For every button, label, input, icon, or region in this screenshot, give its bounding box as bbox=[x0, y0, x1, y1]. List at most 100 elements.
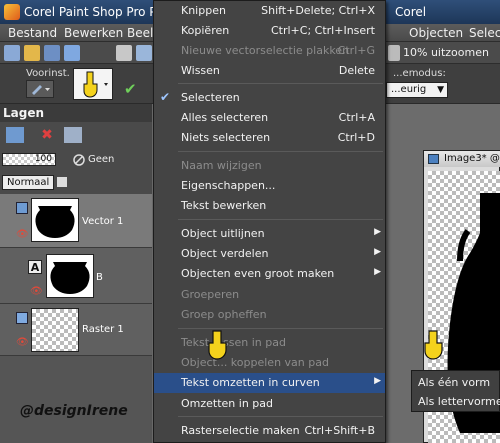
menu-item-vectorselectie-plakken[interactable]: Nieuwe vectorselectie plakken Ctrl+G bbox=[154, 41, 385, 61]
open-icon[interactable] bbox=[24, 45, 40, 61]
menu-item-groeperen[interactable]: Groeperen bbox=[154, 285, 385, 305]
menu-item-label: Object... koppelen van pad bbox=[181, 356, 329, 369]
submenu-item-als-een-vorm[interactable]: Als één vorm bbox=[418, 376, 490, 389]
menu-item-shortcut: Ctrl+D bbox=[337, 131, 375, 144]
image-window-title: Image3* @ bbox=[424, 151, 500, 167]
visibility-eye-icon[interactable]: 👁 bbox=[16, 229, 29, 240]
menu-item-eigenschappen[interactable]: Eigenschappen... bbox=[154, 176, 385, 196]
menu-item-label: Object verdelen bbox=[181, 247, 269, 260]
zoom-out-icon[interactable] bbox=[388, 45, 400, 61]
apply-check-icon[interactable]: ✔ bbox=[124, 80, 140, 98]
menu-item-niets-selecteren[interactable]: Niets selecteren Ctrl+D bbox=[154, 128, 385, 148]
layer-row-raster1[interactable]: 👁 Raster 1 bbox=[0, 304, 152, 356]
menu-separator bbox=[178, 219, 383, 220]
layer-tools: ✖ bbox=[0, 122, 152, 148]
menu-item-object-uitlijnen[interactable]: Object uitlijnen ▶ bbox=[154, 224, 385, 244]
menu-separator bbox=[178, 83, 383, 84]
menu-item-ontkoppelen-van-pad[interactable]: Object... koppelen van pad bbox=[154, 353, 385, 373]
watermark: @designIrene bbox=[20, 403, 128, 419]
layer-properties-icon[interactable] bbox=[64, 127, 82, 143]
menu-item-wissen[interactable]: Wissen Delete bbox=[154, 61, 385, 81]
menu-item-shortcut: Ctrl+C; Ctrl+Insert bbox=[270, 24, 375, 37]
image-window-icon bbox=[428, 154, 439, 164]
menu-item-groep-opheffen[interactable]: Groep opheffen bbox=[154, 305, 385, 325]
menu-item-label: Omzetten in pad bbox=[181, 397, 274, 410]
menu-item-even-groot-maken[interactable]: Objecten even groot maken ▶ bbox=[154, 264, 385, 284]
menu-item-label: Kopiëren bbox=[181, 24, 230, 37]
app-icon bbox=[4, 4, 20, 20]
menu-item-omzetten-in-pad[interactable]: Omzetten in pad bbox=[154, 394, 385, 414]
menu-item-label: Knippen bbox=[181, 4, 226, 17]
text-layer-icon: A bbox=[28, 260, 42, 274]
menu-separator bbox=[178, 416, 383, 417]
layer-name: Raster 1 bbox=[82, 324, 124, 335]
menu-item-label: Tekst omzetten in curven bbox=[181, 376, 320, 389]
camera-icon[interactable] bbox=[64, 45, 80, 61]
menu-item-shortcut: Ctrl+Shift+B bbox=[304, 424, 375, 437]
menu-bestand[interactable]: Bestand bbox=[8, 26, 57, 40]
menu-item-knippen[interactable]: Knippen Shift+Delete; Ctrl+X bbox=[154, 1, 385, 21]
menu-item-label: Groeperen bbox=[181, 288, 240, 301]
menu-item-label: Niets selecteren bbox=[181, 131, 271, 144]
save-icon[interactable] bbox=[116, 45, 132, 61]
preset-pen-icon bbox=[32, 85, 50, 95]
menu-item-label: Object uitlijnen bbox=[181, 227, 265, 240]
browse-icon[interactable] bbox=[44, 45, 60, 61]
menu-objecten[interactable]: Objecten bbox=[409, 26, 463, 40]
modus-select[interactable]: ...eurig ▼ bbox=[386, 82, 448, 98]
blend-row: Normaal bbox=[0, 172, 152, 194]
menu-item-shortcut: Shift+Delete; Ctrl+X bbox=[261, 4, 375, 17]
tool-preview[interactable] bbox=[73, 68, 113, 100]
layer-row-b[interactable]: A 👁 B bbox=[0, 248, 152, 304]
menu-separator bbox=[178, 328, 383, 329]
new-layer-icon[interactable] bbox=[6, 127, 24, 143]
blend-mode-select[interactable]: Normaal bbox=[2, 175, 54, 190]
visibility-eye-icon[interactable]: 👁 bbox=[30, 286, 43, 297]
menu-item-naam-wijzigen[interactable]: Naam wijzigen bbox=[154, 156, 385, 176]
context-menu: Knippen Shift+Delete; Ctrl+X Kopiëren Ct… bbox=[153, 0, 386, 443]
menu-item-tekst-bewerken[interactable]: Tekst bewerken bbox=[154, 196, 385, 216]
pick-tool-hand-icon bbox=[83, 71, 108, 98]
menu-item-tekst-in-pad[interactable]: Tekst ...ssen in pad bbox=[154, 333, 385, 353]
check-icon: ✔ bbox=[160, 90, 171, 104]
menu-item-rasterselectie-maken[interactable]: Rasterselectie maken Ctrl+Shift+B bbox=[154, 421, 385, 441]
menu-item-label: Eigenschappen... bbox=[181, 179, 276, 192]
window-title-right: Corel bbox=[395, 5, 427, 19]
menu-item-label: Tekst ...ssen in pad bbox=[181, 336, 286, 349]
menu-selecties[interactable]: Selecties bbox=[469, 26, 500, 40]
menu-item-selecteren[interactable]: ✔ Selecteren bbox=[154, 88, 385, 108]
menu-item-label: Groep opheffen bbox=[181, 308, 267, 321]
menu-bewerken[interactable]: Bewerken bbox=[64, 26, 123, 40]
new-icon[interactable] bbox=[4, 45, 20, 61]
delete-layer-icon[interactable]: ✖ bbox=[38, 127, 56, 143]
layer-row-vector1[interactable]: 👁 Vector 1 bbox=[0, 194, 152, 248]
menu-item-label: Tekst bewerken bbox=[181, 199, 267, 212]
link-icon[interactable] bbox=[72, 153, 86, 167]
submenu-item-als-lettervormen[interactable]: Als lettervormen bbox=[418, 395, 500, 408]
submenu-arrow-icon: ▶ bbox=[374, 376, 381, 386]
layer-name: B bbox=[96, 272, 103, 283]
zoom-out-label[interactable]: 10% uitzoomen bbox=[403, 46, 489, 59]
menu-item-label: Alles selecteren bbox=[181, 111, 269, 124]
menu-item-object-verdelen[interactable]: Object verdelen ▶ bbox=[154, 244, 385, 264]
submenu-arrow-icon: ▶ bbox=[374, 247, 381, 257]
menu-item-tekst-omzetten-in-curven[interactable]: Tekst omzetten in curven ▶ bbox=[154, 373, 385, 393]
blend-dropdown-icon[interactable] bbox=[57, 177, 67, 187]
cauldron-thumbnail-icon bbox=[50, 262, 90, 294]
layer-name: Vector 1 bbox=[82, 216, 124, 227]
opacity-row: 100 Geen bbox=[0, 148, 152, 172]
submenu-curven: Als één vorm Als lettervormen bbox=[411, 370, 500, 412]
menu-item-kopieren[interactable]: Kopiëren Ctrl+C; Ctrl+Insert bbox=[154, 21, 385, 41]
menu-item-alles-selecteren[interactable]: Alles selecteren Ctrl+A bbox=[154, 108, 385, 128]
pointing-hand-icon bbox=[208, 330, 227, 360]
visibility-eye-icon[interactable]: 👁 bbox=[16, 337, 29, 348]
layers-title: Lagen bbox=[0, 104, 152, 122]
menu-item-label: Rasterselectie maken bbox=[181, 424, 300, 437]
preset-button[interactable] bbox=[26, 80, 54, 98]
raster-layer-icon bbox=[16, 312, 28, 324]
fill-label: Geen bbox=[88, 154, 115, 165]
print-icon[interactable] bbox=[136, 45, 152, 61]
opacity-field[interactable]: 100 bbox=[2, 153, 56, 166]
layers-panel: Lagen ✖ 100 Geen Normaal 👁 Vector 1 A 👁 … bbox=[0, 104, 152, 443]
modus-label: ...emodus: bbox=[393, 68, 446, 79]
